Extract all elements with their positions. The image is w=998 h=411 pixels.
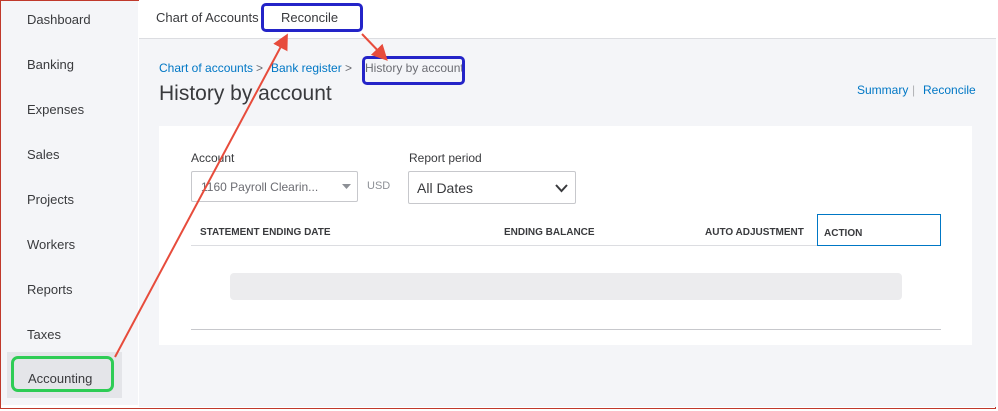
annotation-arrows — [114, 33, 388, 358]
arrow-reconcile-to-history — [361, 33, 388, 61]
arrow-accounting-to-reconcile — [114, 33, 288, 358]
